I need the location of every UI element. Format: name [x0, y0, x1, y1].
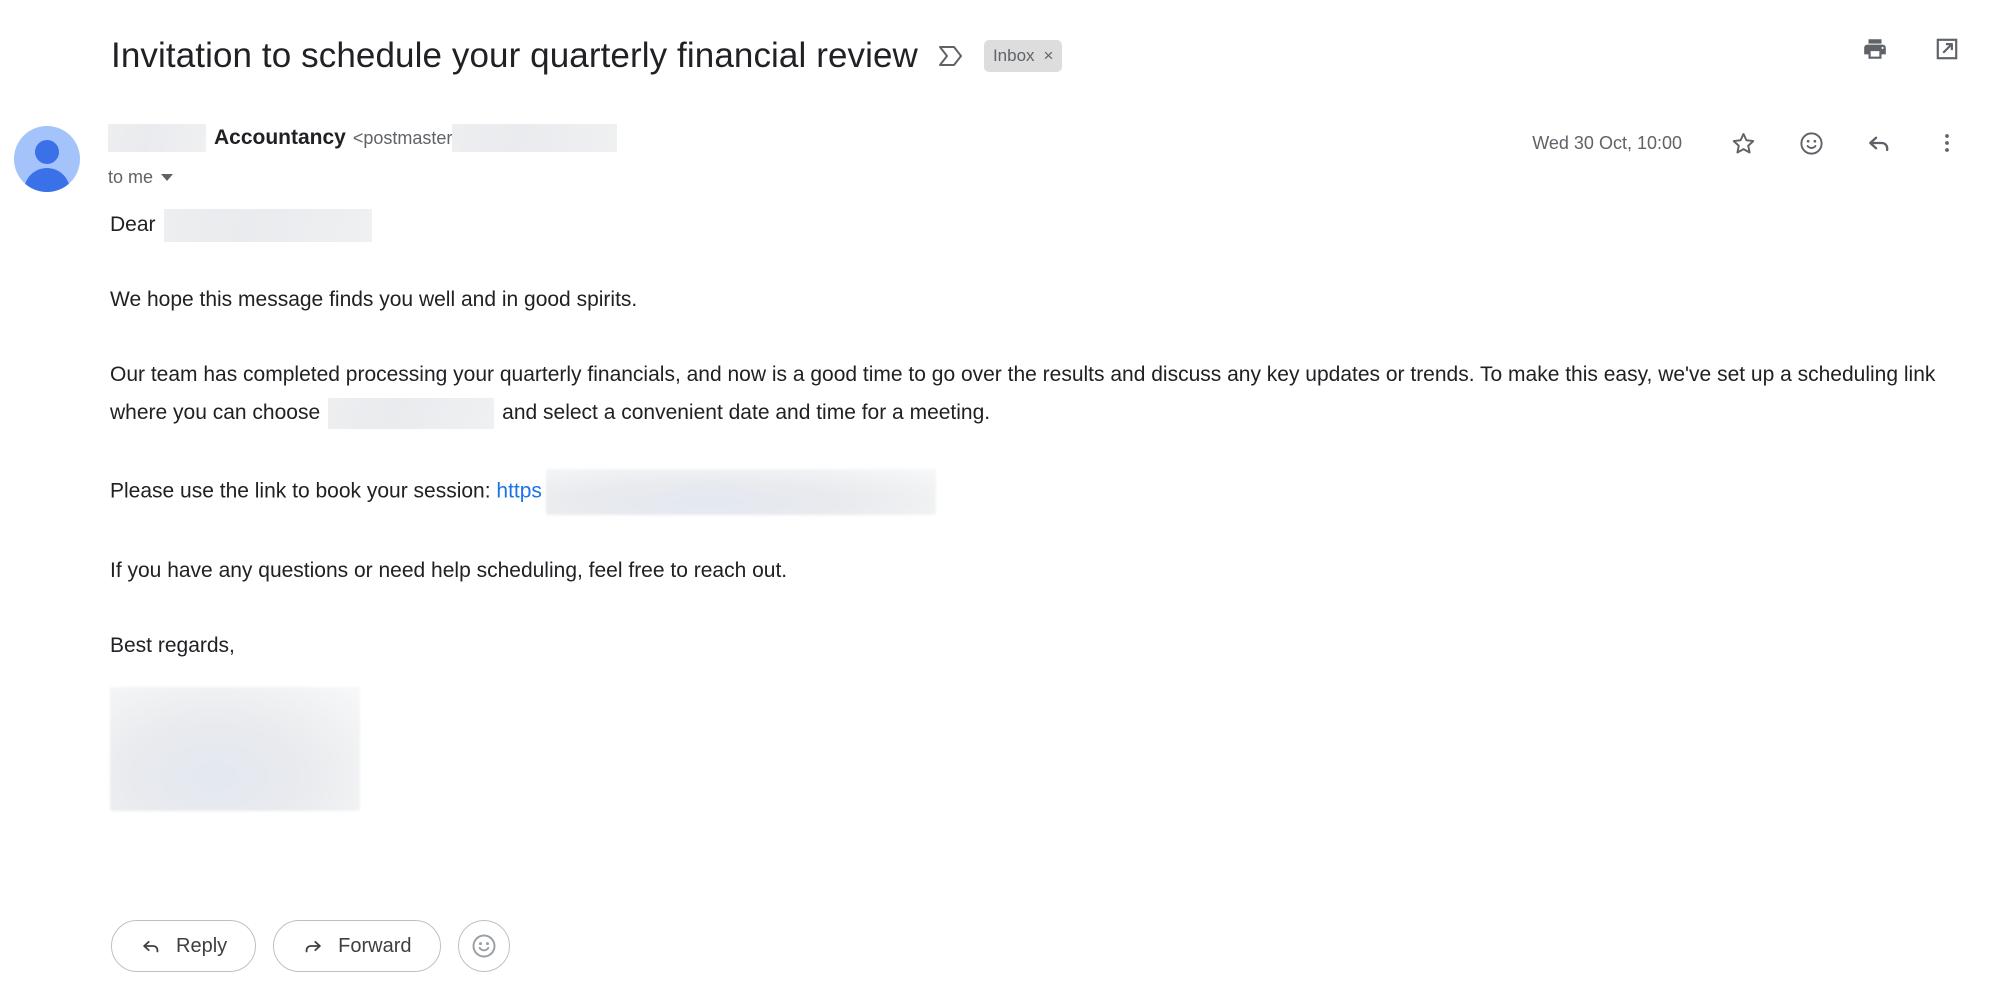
redacted-signature-image [110, 687, 360, 811]
sender-name[interactable]: Accountancy [214, 126, 346, 150]
header-action-group [1858, 32, 1964, 66]
recipient-label: to me [108, 167, 154, 187]
message-meta: Wed 30 Oct, 10:00 [1532, 126, 1964, 160]
important-marker-icon[interactable] [938, 41, 964, 71]
greeting-prefix: Dear [110, 213, 156, 236]
intro-paragraph: We hope this message finds you well and … [110, 288, 638, 311]
avatar-head [35, 140, 59, 164]
greeting-paragraph: Dear [110, 206, 1960, 244]
print-icon[interactable] [1858, 32, 1892, 66]
link-paragraph: Please use the link to book your session… [110, 469, 1960, 515]
closing-paragraph: If you have any questions or need help s… [110, 559, 788, 582]
forward-button-label: Forward [338, 934, 412, 957]
redacted-sender-email [452, 124, 618, 152]
message-body: Dear We hope this message finds you well… [110, 206, 1960, 811]
avatar[interactable] [14, 126, 80, 192]
avatar-body [24, 168, 70, 192]
booking-link[interactable]: https [496, 480, 542, 503]
subject-header: Invitation to schedule your quarterly fi… [0, 26, 2000, 86]
forward-arrow-icon [302, 935, 324, 957]
recipient-toggle[interactable]: to me [108, 167, 617, 188]
more-options-icon[interactable] [1930, 126, 1964, 160]
reply-arrow-icon [140, 935, 162, 957]
smiley-icon [470, 932, 498, 960]
redacted-choice [328, 397, 495, 429]
redacted-recipient-name [163, 208, 372, 242]
page-title: Invitation to schedule your quarterly fi… [111, 36, 918, 75]
add-reaction-button[interactable] [457, 920, 510, 972]
redacted-sender-prefix [108, 124, 206, 152]
reply-button-label: Reply [176, 934, 228, 957]
redacted-link-url [545, 469, 936, 515]
reply-button[interactable]: Reply [111, 920, 257, 972]
add-reaction-icon[interactable] [1794, 126, 1828, 160]
open-in-new-icon[interactable] [1930, 32, 1964, 66]
label-chip-inbox[interactable]: Inbox × [983, 40, 1063, 72]
main-paragraph: Our team has completed processing your q… [110, 356, 1960, 432]
chevron-down-icon[interactable] [161, 174, 174, 181]
star-icon[interactable] [1726, 126, 1760, 160]
message-action-bar: Reply Forward [111, 920, 510, 972]
close-icon[interactable]: × [1044, 47, 1054, 64]
signoff-paragraph: Best regards, [110, 634, 235, 657]
timestamp: Wed 30 Oct, 10:00 [1532, 132, 1682, 153]
main-paragraph-part2: and select a convenient date and time fo… [502, 401, 991, 424]
label-chip-text: Inbox [992, 46, 1035, 65]
reply-icon[interactable] [1862, 126, 1896, 160]
sender-info: Accountancy <postmaster to me [108, 123, 618, 188]
sender-line: Accountancy <postmaster [108, 123, 618, 153]
sender-email[interactable]: <postmaster [353, 128, 453, 149]
forward-button[interactable]: Forward [273, 920, 441, 972]
link-paragraph-prefix: Please use the link to book your session… [110, 479, 491, 503]
